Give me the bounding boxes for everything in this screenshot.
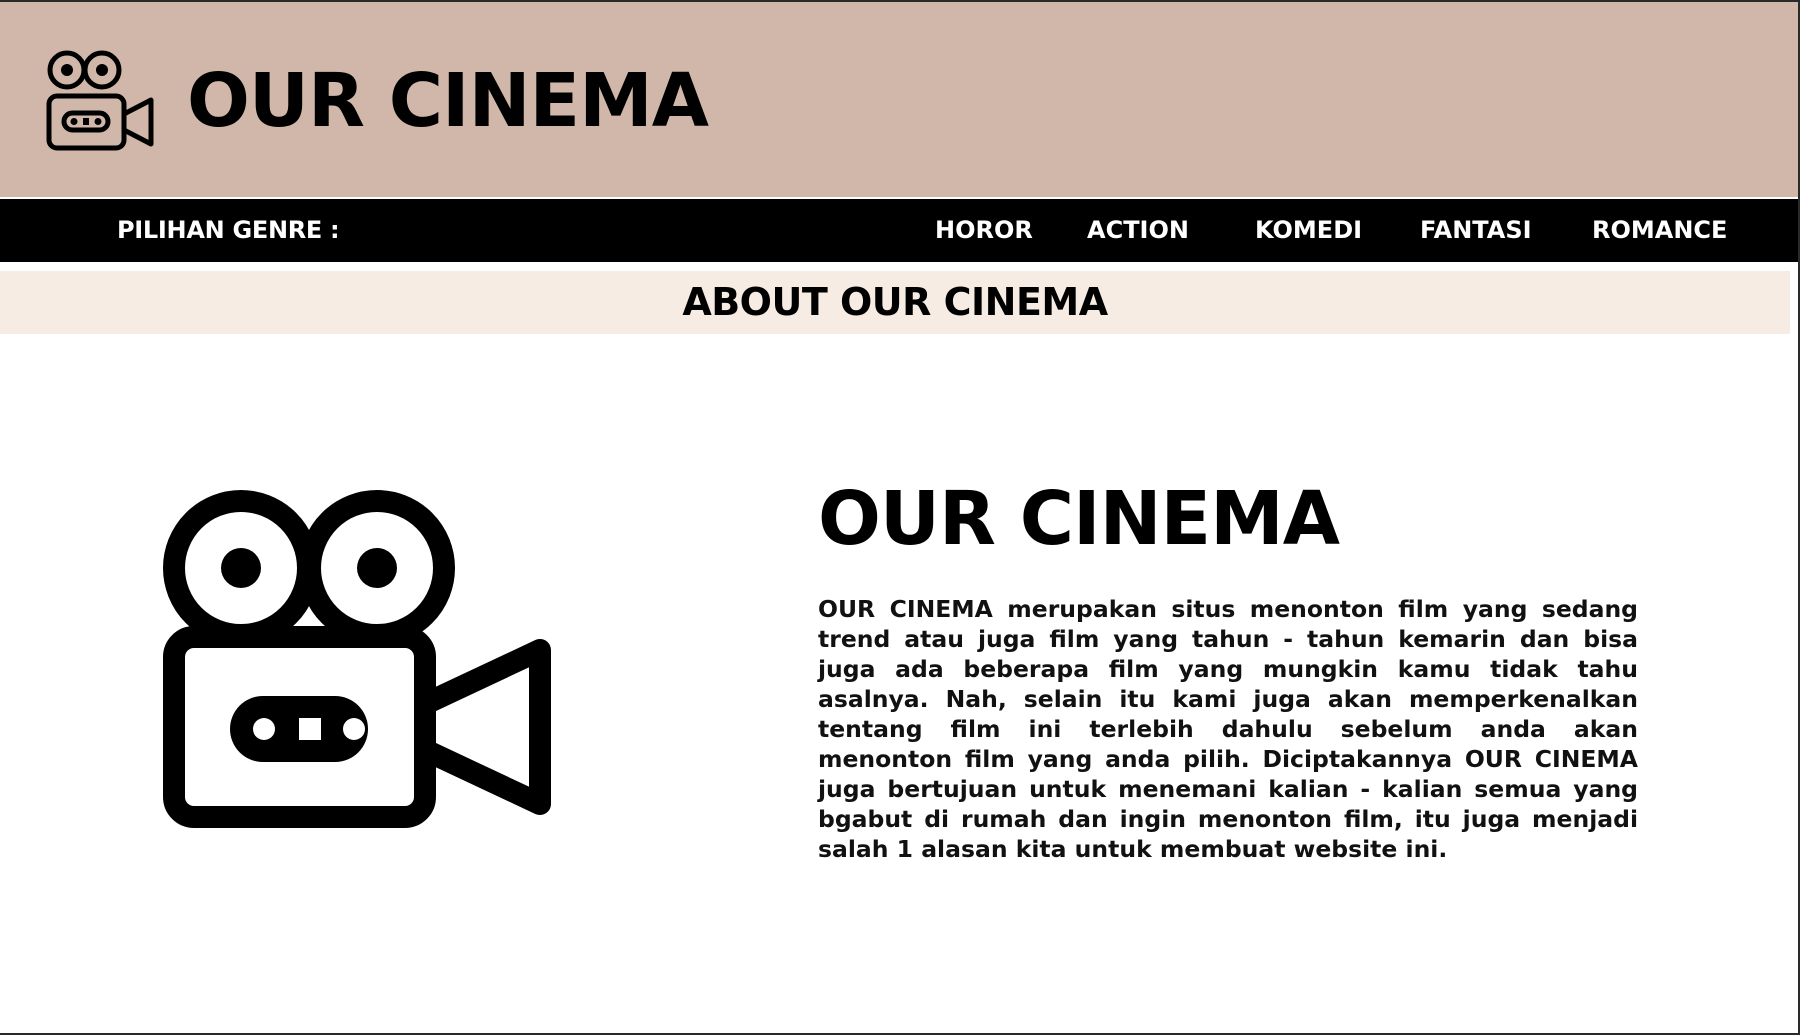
site-header: OUR CINEMA [0, 2, 1798, 197]
about-title: ABOUT OUR CINEMA [682, 280, 1108, 324]
movie-camera-icon [46, 50, 154, 151]
movie-camera-icon [163, 490, 551, 828]
nav-link-komedi[interactable]: KOMEDI [1255, 216, 1362, 244]
nav-link-action[interactable]: ACTION [1087, 216, 1189, 244]
nav-link-romance[interactable]: ROMANCE [1592, 216, 1727, 244]
nav-link-horor[interactable]: HOROR [935, 216, 1033, 244]
genre-nav: PILIHAN GENRE : HOROR ACTION KOMEDI FANT… [0, 199, 1798, 262]
about-banner: ABOUT OUR CINEMA [0, 271, 1790, 334]
genre-label: PILIHAN GENRE : [117, 216, 340, 244]
site-title: OUR CINEMA [187, 58, 709, 144]
page: OUR CINEMA PILIHAN GENRE : HOROR ACTION … [0, 0, 1800, 1035]
nav-link-fantasi[interactable]: FANTASI [1420, 216, 1532, 244]
content-description: OUR CINEMA merupakan situs menonton film… [818, 595, 1638, 863]
content-title: OUR CINEMA [818, 476, 1340, 562]
